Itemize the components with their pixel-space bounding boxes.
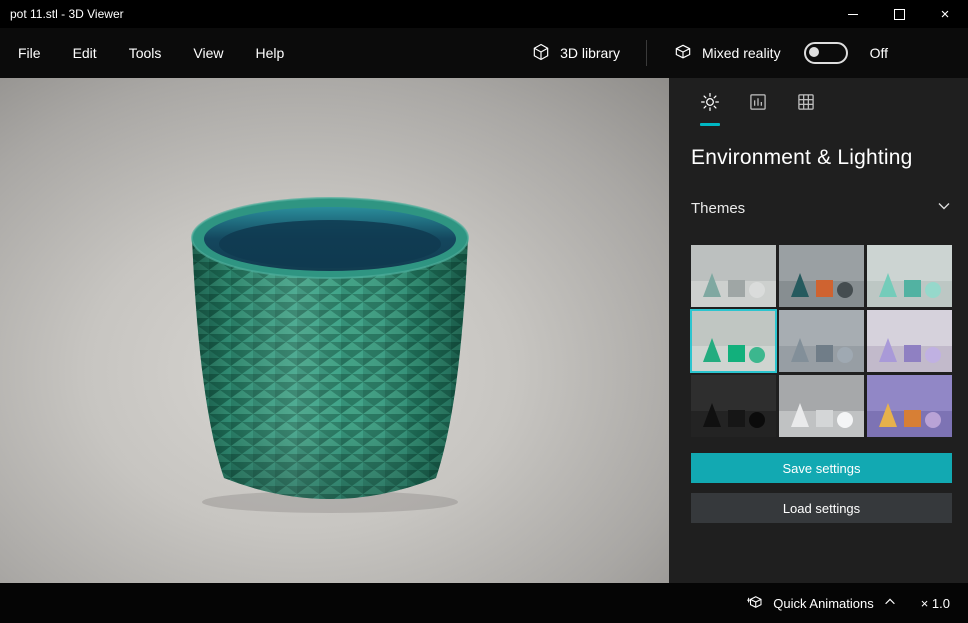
- cone-shape: [790, 338, 809, 363]
- toggle-knob: [808, 47, 819, 57]
- playback-speed[interactable]: × 1.0: [921, 596, 950, 611]
- tab-grid[interactable]: [787, 86, 825, 126]
- theme-thumbnail-6[interactable]: [867, 310, 952, 372]
- cube-shape: [727, 280, 745, 298]
- theme-thumbnail-2[interactable]: [779, 245, 864, 307]
- cone-shape: [878, 403, 897, 428]
- close-icon: ×: [940, 5, 950, 23]
- theme-thumbnail-3[interactable]: [867, 245, 952, 307]
- cone-shape: [878, 338, 897, 363]
- load-settings-button[interactable]: Load settings: [691, 493, 952, 523]
- themes-section-header[interactable]: Themes: [691, 198, 952, 219]
- cone-shape: [702, 338, 721, 363]
- theme-thumbnail-5[interactable]: [779, 310, 864, 372]
- close-button[interactable]: ×: [922, 0, 968, 28]
- sphere-shape: [748, 347, 765, 364]
- theme-thumbnail-4[interactable]: [690, 309, 777, 373]
- quick-animations-label: Quick Animations: [773, 595, 874, 611]
- menu-bar: File Edit Tools View Help 3D library Mix…: [0, 28, 968, 78]
- sphere-shape: [836, 412, 853, 429]
- sphere-shape: [924, 412, 941, 429]
- quick-animations-button[interactable]: Quick Animations: [746, 593, 896, 614]
- content-area: Environment & Lighting Themes Save setti…: [0, 78, 968, 583]
- sphere-shape: [748, 412, 765, 429]
- mixed-reality-icon: [673, 42, 693, 65]
- mixed-reality-state: Off: [869, 45, 888, 61]
- tab-underline: [700, 123, 720, 126]
- maximize-icon: [893, 8, 905, 20]
- animation-cube-icon: [746, 593, 764, 614]
- cone-shape: [702, 403, 721, 428]
- window-controls: ×: [830, 0, 968, 28]
- cube-shape: [727, 345, 745, 363]
- cone-shape: [790, 403, 809, 428]
- sphere-shape: [836, 347, 853, 364]
- window-title: pot 11.stl - 3D Viewer: [10, 7, 124, 21]
- chevron-up-icon: [883, 595, 897, 612]
- menubar-right: 3D library Mixed reality Off: [531, 40, 968, 66]
- sun-icon: [700, 92, 720, 117]
- 3d-library-label: 3D library: [560, 45, 620, 61]
- save-settings-button[interactable]: Save settings: [691, 453, 952, 483]
- panel-tabs: [691, 86, 952, 126]
- settings-panel: Environment & Lighting Themes Save setti…: [669, 78, 968, 583]
- 3d-library-button[interactable]: 3D library: [531, 42, 620, 65]
- panel-title: Environment & Lighting: [691, 146, 913, 169]
- cube-shape: [903, 280, 921, 298]
- 3d-model-pot[interactable]: [0, 78, 669, 583]
- minimize-icon: [848, 13, 858, 15]
- theme-thumbnail-8[interactable]: [779, 375, 864, 437]
- cube-shape: [815, 280, 833, 298]
- theme-thumbnail-9[interactable]: [867, 375, 952, 437]
- tab-underline: [748, 123, 768, 126]
- chevron-down-icon: [936, 198, 952, 219]
- grid-icon: [796, 92, 816, 117]
- cone-shape: [790, 273, 809, 298]
- menu-view[interactable]: View: [177, 28, 239, 78]
- cube-shape: [815, 410, 833, 428]
- menu-edit[interactable]: Edit: [57, 28, 113, 78]
- maximize-button[interactable]: [876, 0, 922, 28]
- cube-icon: [531, 42, 551, 65]
- cube-shape: [903, 345, 921, 363]
- cube-shape: [727, 410, 745, 428]
- themes-label: Themes: [691, 200, 746, 217]
- cube-shape: [815, 345, 833, 363]
- mixed-reality-toggle[interactable]: [803, 42, 848, 64]
- tab-underline: [796, 123, 816, 126]
- mixed-reality-group: Mixed reality Off: [673, 42, 888, 65]
- menu-file[interactable]: File: [2, 28, 57, 78]
- minimize-button[interactable]: [830, 0, 876, 28]
- menu-help[interactable]: Help: [239, 28, 300, 78]
- tab-environment-lighting[interactable]: [691, 86, 729, 126]
- cone-shape: [702, 273, 721, 298]
- theme-thumbnail-7[interactable]: [691, 375, 776, 437]
- cone-shape: [878, 273, 897, 298]
- themes-grid: [690, 245, 952, 437]
- stats-icon: [748, 92, 768, 117]
- sphere-shape: [748, 282, 765, 299]
- main-menu: File Edit Tools View Help: [0, 28, 300, 78]
- 3d-viewport[interactable]: [0, 78, 669, 583]
- menu-tools[interactable]: Tools: [113, 28, 178, 78]
- menubar-divider: [645, 40, 647, 66]
- sphere-shape: [836, 282, 853, 299]
- cube-shape: [903, 410, 921, 428]
- app-window: pot 11.stl - 3D Viewer × File Edit Tools…: [0, 0, 968, 623]
- title-bar: pot 11.stl - 3D Viewer ×: [0, 0, 968, 28]
- bottom-bar: Quick Animations × 1.0: [0, 583, 968, 623]
- tab-stats[interactable]: [739, 86, 777, 126]
- theme-thumbnail-1[interactable]: [691, 245, 776, 307]
- sphere-shape: [924, 347, 941, 364]
- mixed-reality-label: Mixed reality: [701, 45, 781, 61]
- sphere-shape: [924, 282, 941, 299]
